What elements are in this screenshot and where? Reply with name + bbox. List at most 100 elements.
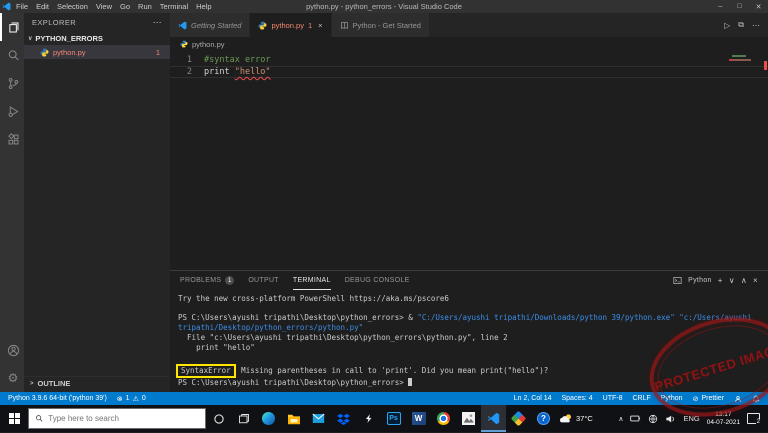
maximize-panel-icon[interactable]: ∧ bbox=[741, 276, 747, 285]
search-input[interactable] bbox=[48, 414, 199, 423]
book-icon bbox=[340, 21, 348, 29]
breadcrumb[interactable]: python.py bbox=[170, 37, 768, 51]
settings-gear-icon[interactable]: ⚙ bbox=[0, 364, 24, 392]
panel-tab-label: PROBLEMS bbox=[180, 277, 222, 284]
minimap[interactable] bbox=[730, 53, 760, 61]
taskbar-search[interactable] bbox=[28, 408, 206, 429]
new-terminal-icon[interactable]: + bbox=[718, 276, 723, 285]
explorer-more-icon[interactable]: ⋯ bbox=[153, 17, 162, 28]
problems-count-badge: 1 bbox=[225, 276, 235, 285]
terminal-output[interactable]: Try the new cross-platform PowerShell ht… bbox=[170, 290, 768, 392]
terminal-prompt: PS C:\Users\ayushi tripathi\Desktop\pyth… bbox=[178, 313, 418, 322]
chrome-icon[interactable] bbox=[431, 405, 456, 432]
python-file-icon bbox=[180, 40, 188, 48]
menu-edit[interactable]: Edit bbox=[32, 2, 53, 11]
code-editor[interactable]: 1 #syntax error 2 print "hello" bbox=[170, 51, 768, 270]
formatter-status[interactable]: ⊘ Prettier bbox=[693, 395, 724, 403]
close-button[interactable]: ✕ bbox=[749, 3, 768, 11]
extensions-icon[interactable] bbox=[0, 125, 24, 153]
temperature-label: 37°C bbox=[576, 414, 593, 423]
tab-debug-console[interactable]: DEBUG CONSOLE bbox=[345, 271, 410, 290]
formatter-label: Prettier bbox=[701, 395, 724, 402]
indentation-status[interactable]: Spaces: 4 bbox=[562, 395, 593, 402]
mail-icon[interactable] bbox=[306, 405, 331, 432]
breadcrumb-file: python.py bbox=[192, 39, 225, 49]
search-icon[interactable] bbox=[0, 41, 24, 69]
python-interpreter-status[interactable]: Python 3.9.6 64-bit ('python 39') bbox=[8, 395, 107, 402]
tab-problem-badge: 1 bbox=[307, 20, 313, 30]
tab-python-py[interactable]: python.py 1 × bbox=[250, 13, 332, 37]
account-icon[interactable] bbox=[0, 336, 24, 364]
terminal-cursor bbox=[408, 378, 413, 386]
dropbox-icon[interactable] bbox=[331, 405, 356, 432]
tab-output[interactable]: OUTPUT bbox=[248, 271, 279, 290]
task-view-icon[interactable] bbox=[231, 405, 256, 432]
tab-terminal[interactable]: TERMINAL bbox=[292, 271, 331, 290]
menu-view[interactable]: View bbox=[92, 2, 116, 11]
line-number: 1 bbox=[186, 55, 192, 65]
terminal-exe-path: "C:/Users/ayushi tripathi/Downloads/pyth… bbox=[417, 313, 675, 322]
menu-selection[interactable]: Selection bbox=[53, 2, 92, 11]
code-line-2: 2 print "hello" bbox=[170, 66, 768, 78]
traceback-code-line: print "hello" bbox=[178, 343, 255, 352]
hidden-icons-chevron[interactable]: ∧ bbox=[618, 415, 623, 423]
menu-go[interactable]: Go bbox=[116, 2, 134, 11]
feedback-icon[interactable] bbox=[734, 395, 742, 403]
explorer-icon[interactable] bbox=[0, 13, 24, 41]
start-button[interactable] bbox=[0, 405, 28, 432]
network-globe-icon[interactable] bbox=[648, 414, 658, 424]
lightning-app-icon[interactable] bbox=[356, 405, 381, 432]
terminal-command-line: PS C:\Users\ayushi tripathi\Desktop\pyth… bbox=[178, 313, 760, 333]
problems-status[interactable]: ⊗ 1 ⚠ 0 bbox=[117, 395, 146, 403]
source-control-icon[interactable] bbox=[0, 69, 24, 97]
explorer-sidebar: EXPLORER ⋯ ∨ PYTHON_ERRORS python.py 1 >… bbox=[24, 13, 170, 392]
tab-close-icon[interactable]: × bbox=[318, 21, 322, 30]
minimize-button[interactable]: – bbox=[711, 3, 730, 11]
help-icon[interactable]: ? bbox=[531, 405, 556, 432]
eol-status[interactable]: CRLF bbox=[632, 395, 650, 402]
menu-help[interactable]: Help bbox=[192, 2, 215, 11]
tab-getting-started[interactable]: Getting Started bbox=[170, 13, 251, 37]
battery-icon[interactable] bbox=[630, 414, 641, 423]
vscode-taskbar-icon[interactable] bbox=[481, 405, 506, 432]
sidebar-folder-python-errors[interactable]: ∨ PYTHON_ERRORS bbox=[24, 31, 170, 45]
encoding-status[interactable]: UTF-8 bbox=[603, 395, 623, 402]
maximize-button[interactable]: □ bbox=[730, 3, 749, 11]
terminal-dropdown-icon[interactable]: ∨ bbox=[729, 276, 735, 285]
chevron-down-icon: ∨ bbox=[28, 35, 33, 42]
notifications-bell-icon[interactable] bbox=[752, 395, 760, 403]
editor-more-actions-icon[interactable]: ⋯ bbox=[752, 21, 760, 30]
word-icon[interactable]: W bbox=[406, 405, 431, 432]
menu-run[interactable]: Run bbox=[134, 2, 156, 11]
menu-terminal[interactable]: Terminal bbox=[156, 2, 192, 11]
cursor-position-status[interactable]: Ln 2, Col 14 bbox=[514, 395, 552, 402]
file-explorer-icon[interactable] bbox=[281, 405, 306, 432]
close-panel-icon[interactable]: × bbox=[753, 276, 758, 285]
overview-ruler-error-mark bbox=[764, 61, 767, 70]
tab-problems[interactable]: PROBLEMS 1 bbox=[180, 271, 235, 290]
python-file-icon bbox=[40, 48, 49, 56]
shell-selector[interactable]: Python bbox=[688, 277, 712, 284]
tab-python-get-started[interactable]: Python - Get Started bbox=[331, 13, 430, 37]
menu-file[interactable]: File bbox=[12, 2, 32, 11]
terminal-banner: Try the new cross-platform PowerShell ht… bbox=[178, 294, 449, 303]
outline-section[interactable]: > OUTLINE bbox=[24, 376, 170, 390]
run-debug-icon[interactable] bbox=[0, 97, 24, 125]
split-editor-icon[interactable]: ⧉ bbox=[738, 20, 744, 30]
run-python-file-icon[interactable]: ▷ bbox=[724, 21, 730, 30]
cortana-icon[interactable] bbox=[206, 405, 231, 432]
language-mode-status[interactable]: Python bbox=[661, 395, 683, 402]
windows-logo-icon bbox=[8, 413, 20, 424]
action-center-icon[interactable]: 2 bbox=[747, 413, 760, 425]
sidebar-item-python-py[interactable]: python.py 1 bbox=[24, 45, 170, 59]
weather-widget[interactable]: 37°C bbox=[556, 413, 597, 424]
error-message: Missing parentheses in call to 'print'. … bbox=[236, 366, 549, 375]
clock[interactable]: 13:17 04-07-2021 bbox=[707, 411, 740, 426]
edge-icon[interactable] bbox=[256, 405, 281, 432]
keyboard-language[interactable]: ENG bbox=[683, 414, 699, 423]
colorful-app-icon[interactable] bbox=[506, 405, 531, 432]
photoshop-icon[interactable]: Ps bbox=[381, 405, 406, 432]
speaker-icon[interactable] bbox=[665, 414, 676, 424]
tab-label: Python - Get Started bbox=[352, 20, 421, 30]
photos-icon[interactable] bbox=[456, 405, 481, 432]
